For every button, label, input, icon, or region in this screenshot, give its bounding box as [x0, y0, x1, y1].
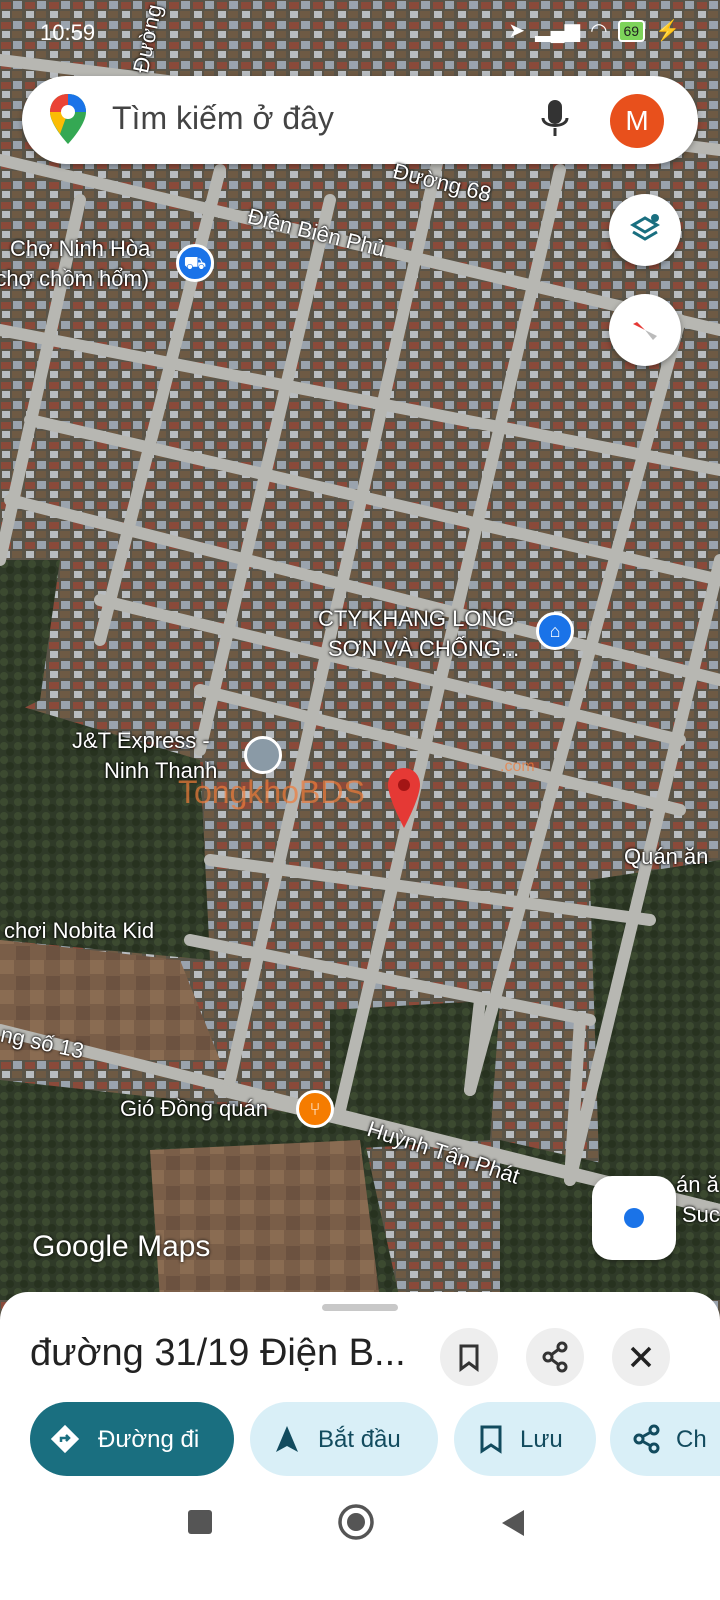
google-maps-pin-icon: [50, 94, 86, 144]
my-location-button[interactable]: [592, 1176, 676, 1260]
google-maps-logo: Google Maps: [32, 1230, 211, 1263]
place-label[interactable]: (chợ chồm hổm): [0, 266, 149, 292]
back-icon[interactable]: [500, 1508, 526, 1538]
account-avatar[interactable]: M: [610, 94, 664, 148]
search-bar[interactable]: Tìm kiếm ở đây M: [22, 76, 698, 164]
place-label[interactable]: chơi Nobita Kid: [4, 918, 154, 944]
recents-icon[interactable]: [186, 1508, 214, 1536]
close-icon: [630, 1346, 652, 1368]
status-icons: ➤ ▂▄▆ ◠ 69 ⚡: [508, 18, 680, 43]
selected-place-pin-icon[interactable]: [386, 766, 422, 832]
shopping-cart-icon[interactable]: ⛟: [176, 244, 214, 282]
drag-handle[interactable]: [322, 1304, 398, 1311]
layers-button[interactable]: [609, 194, 681, 266]
compass-button[interactable]: [609, 294, 681, 366]
share-button[interactable]: [526, 1328, 584, 1386]
save-label: Lưu: [520, 1426, 563, 1453]
place-label[interactable]: Quán ăn: [624, 844, 708, 870]
directions-button[interactable]: Đường đi: [30, 1402, 234, 1476]
place-label[interactable]: án ă: [676, 1172, 719, 1198]
directions-label: Đường đi: [98, 1426, 200, 1453]
save-place-button[interactable]: [440, 1328, 498, 1386]
place-title: đường 31/19 Điện B...: [30, 1332, 406, 1374]
bookmark-icon: [459, 1344, 479, 1372]
shopping-bag-icon[interactable]: ⌂: [536, 612, 574, 650]
charging-icon: ⚡: [655, 20, 680, 42]
share-icon: [542, 1341, 568, 1373]
signal-icon: ▂▄▆: [535, 20, 581, 42]
location-dot-icon[interactable]: [244, 736, 282, 774]
system-nav-bar: [0, 1480, 720, 1600]
home-icon[interactable]: [338, 1504, 374, 1540]
share-label: Ch: [676, 1426, 707, 1453]
start-label: Bắt đầu: [318, 1426, 401, 1453]
status-bar: 10:59 ➤ ▂▄▆ ◠ 69 ⚡: [0, 0, 720, 64]
close-button[interactable]: [612, 1328, 670, 1386]
microphone-icon[interactable]: [540, 98, 570, 142]
my-location-icon: [624, 1208, 644, 1228]
layers-icon: [630, 214, 660, 241]
place-label[interactable]: Gió Đồng quán: [120, 1096, 268, 1122]
compass-icon: [633, 322, 657, 340]
wifi-icon: ◠: [590, 20, 608, 42]
status-time: 10:59: [40, 20, 96, 45]
bookmark-icon: [480, 1425, 502, 1454]
location-arrow-icon: ➤: [508, 20, 526, 42]
search-placeholder[interactable]: Tìm kiếm ở đây: [112, 100, 334, 137]
share-icon: [633, 1424, 660, 1454]
place-label[interactable]: Chợ Ninh Hòa: [10, 236, 150, 262]
restaurant-icon[interactable]: ⑂: [296, 1090, 334, 1128]
place-label[interactable]: CTY KHANG LONG: [318, 606, 514, 632]
place-label[interactable]: Suc: [682, 1202, 720, 1228]
start-button[interactable]: Bắt đầu: [250, 1402, 438, 1476]
place-label[interactable]: J&T Express -: [72, 728, 210, 754]
share-chip-button[interactable]: Ch: [610, 1402, 720, 1476]
watermark: TongkhoBDS: [178, 774, 365, 810]
action-chips: Đường đi Bắt đầu Lưu Ch: [30, 1402, 720, 1476]
place-label[interactable]: SƠN VÀ CHỐNG...: [328, 636, 519, 662]
navigation-arrow-icon: [276, 1426, 298, 1452]
save-button[interactable]: Lưu: [454, 1402, 596, 1476]
directions-icon: [50, 1424, 80, 1454]
watermark-sub: .com: [500, 758, 535, 775]
battery-icon: 69: [617, 19, 646, 42]
